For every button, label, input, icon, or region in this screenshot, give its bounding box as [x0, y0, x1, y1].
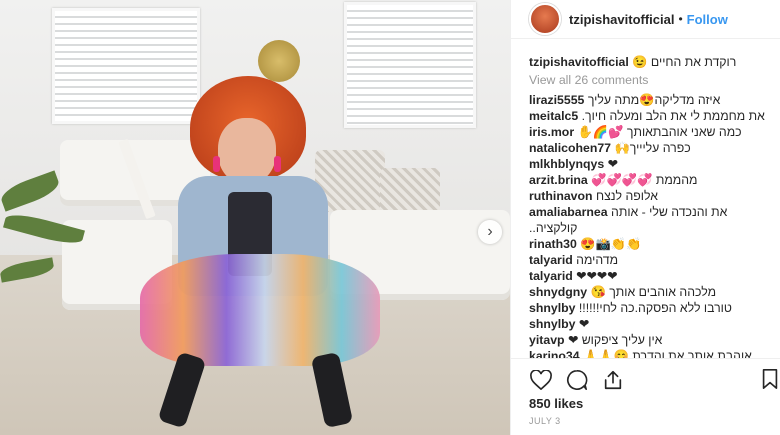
comment-username[interactable]: natalicohen77	[529, 141, 611, 155]
comment-username[interactable]: shnylby	[529, 317, 575, 331]
comment-text: מדהימה	[576, 253, 619, 267]
comment-text: אין עליך ציפקוש ❤	[567, 333, 663, 347]
rainbow-tutu	[140, 254, 380, 366]
comment-rows: lirazi5555 איזה מדליקה😍מתה עליך meitalc5 …	[529, 92, 780, 358]
comment-row: arzit.brina מהממת 💞💞💞💞	[529, 172, 780, 188]
post-side-panel: tzipishavitofficial • Follow tzipishavit…	[510, 0, 780, 435]
comment-text: מהממת 💞💞💞💞	[591, 173, 698, 187]
bookmark-icon	[762, 369, 778, 389]
earring	[274, 156, 281, 172]
comment-username[interactable]: shnylby	[529, 301, 575, 315]
comment-username[interactable]: mlkhblynqys	[529, 157, 604, 171]
post-date[interactable]: JULY 3	[529, 416, 561, 426]
comment-username[interactable]: arzit.brina	[529, 173, 588, 187]
comment-row: iris.mor כמה שאני אוהבת‏אותך 💕🌈✋	[529, 124, 780, 140]
window-blind-right	[344, 2, 476, 128]
comment-text: ❤	[578, 317, 590, 331]
carousel-next-button[interactable]: ›	[478, 220, 502, 244]
header-username[interactable]: tzipishavitofficial	[569, 12, 674, 27]
comment-text: את מחממת לי את הלב ומעלה חיוך.	[581, 109, 765, 123]
comment-row: talyarid ❤❤❤❤	[529, 268, 780, 284]
comment-text: איזה מדליקה😍מתה עליך	[587, 93, 721, 107]
comment-text: מלכהה אוהבים אותך 😘	[590, 285, 717, 299]
share-icon	[604, 370, 622, 390]
earring	[213, 156, 220, 172]
comment-text: אוהבת אותך את והדרת 😊🙏🙏	[583, 349, 752, 358]
comment-text: ❤❤❤❤	[576, 269, 618, 283]
comment-bubble-icon	[567, 370, 588, 390]
post-caption: tzipishavitofficial רוקדת את החיים 😉	[529, 54, 780, 70]
comment-row: ruthinavon אלופה לנצח	[529, 188, 780, 204]
comment-username[interactable]: talyarid	[529, 253, 573, 267]
comment-text: 👏👏📸😍	[580, 237, 642, 251]
like-count[interactable]: 850 likes	[529, 396, 583, 411]
comment-row: natalicohen77 כפרה עליייך🙌	[529, 140, 780, 156]
avatar[interactable]	[529, 3, 561, 35]
comment-row: shnylby טורבו ללא הפסקה.כה לחי!!!!!!	[529, 300, 780, 316]
like-button[interactable]	[529, 368, 553, 392]
header-separator: •	[678, 12, 683, 26]
save-button[interactable]	[761, 368, 780, 392]
caption-text: רוקדת את החיים 😉	[632, 55, 737, 69]
comment-row: shnylby ❤	[529, 316, 780, 332]
divider	[511, 358, 780, 359]
comment-username[interactable]: talyarid	[529, 269, 573, 283]
comment-username[interactable]: lirazi5555	[529, 93, 584, 107]
heart-outline-icon	[530, 370, 552, 390]
woman-face	[218, 118, 276, 184]
comment-row: karino34 אוהבת אותך את והדרת 😊🙏🙏	[529, 348, 780, 358]
comment-row: yitavp אין עליך ציפקוש ❤	[529, 332, 780, 348]
share-button[interactable]	[601, 368, 625, 392]
comment-text: כפרה עליייך🙌	[614, 141, 691, 155]
comment-username[interactable]: rinath30	[529, 237, 577, 251]
view-all-comments-link[interactable]: View all 26 comments	[529, 72, 780, 88]
comment-text: אלופה לנצח	[595, 189, 658, 203]
wall-decor	[258, 40, 300, 82]
instagram-post: › tzipishavitofficial • Follow tzipishav…	[0, 0, 780, 435]
window-blind-left	[52, 8, 200, 124]
post-photo[interactable]: ›	[0, 0, 510, 435]
comment-username[interactable]: ruthinavon	[529, 189, 593, 203]
comment-username[interactable]: iris.mor	[529, 125, 574, 139]
wicker-chair-2	[380, 168, 440, 216]
comment-row: amaliabarnea את והנכדה שלי - אותה קולקצי…	[529, 204, 765, 236]
caption-username[interactable]: tzipishavitofficial	[529, 55, 629, 69]
comment-row: meitalc5 את מחממת לי את הלב ומעלה חיוך.	[529, 108, 765, 124]
comment-row: mlkhblynqys ❤	[529, 156, 780, 172]
comment-row: talyarid מדהימה	[529, 252, 780, 268]
post-header: tzipishavitofficial • Follow	[511, 0, 780, 39]
chevron-right-icon: ›	[487, 223, 493, 240]
comment-username[interactable]: amaliabarnea	[529, 205, 608, 219]
comment-row: rinath30 👏👏📸😍	[529, 236, 780, 252]
comment-username[interactable]: yitavp	[529, 333, 565, 347]
comment-username[interactable]: shnydgny	[529, 285, 587, 299]
comment-text: כמה שאני אוהבת‏אותך 💕🌈✋	[577, 125, 742, 139]
comments-list[interactable]: tzipishavitofficial רוקדת את החיים 😉 Vie…	[529, 54, 780, 358]
comment-text: טורבו ללא הפסקה.כה לחי!!!!!!	[578, 301, 732, 315]
comment-row: shnydgny מלכהה אוהבים אותך 😘	[529, 284, 780, 300]
follow-button[interactable]: Follow	[687, 12, 728, 27]
comment-row: lirazi5555 איזה מדליקה😍מתה עליך	[529, 92, 780, 108]
comment-button[interactable]	[565, 368, 589, 392]
comment-text: ❤	[607, 157, 618, 171]
comment-username[interactable]: karino34	[529, 349, 580, 358]
action-bar	[529, 368, 625, 392]
comment-username[interactable]: meitalc5	[529, 109, 578, 123]
